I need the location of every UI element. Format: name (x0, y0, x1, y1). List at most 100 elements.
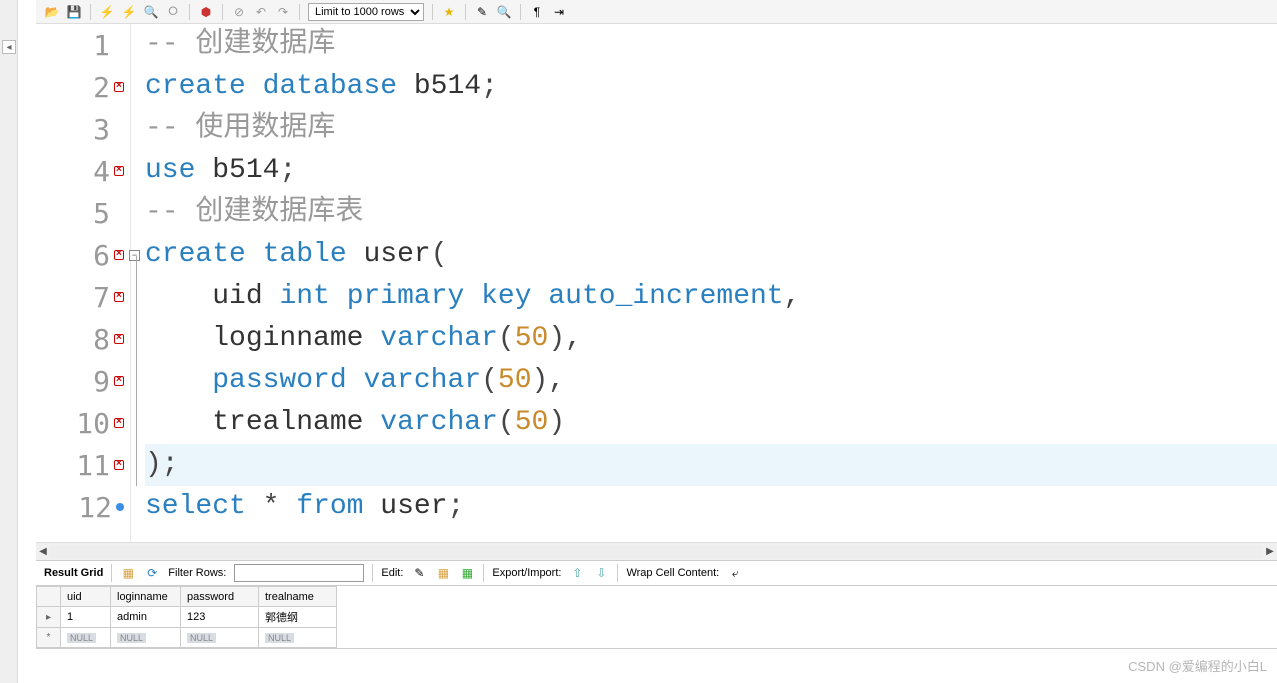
line-number: 10 (76, 407, 110, 440)
import-icon[interactable]: ⇩ (593, 565, 609, 581)
code-line[interactable]: use b514; (145, 150, 1277, 192)
error-marker-icon[interactable] (114, 250, 124, 260)
line-gutter[interactable]: 8 (36, 318, 130, 360)
column-header[interactable]: loginname (111, 587, 181, 607)
sql-editor[interactable]: 123456−789101112 -- 创建数据库create database… (36, 24, 1277, 542)
favorite-icon[interactable]: ★ (441, 4, 457, 20)
error-marker-icon[interactable] (114, 460, 124, 470)
column-header[interactable]: trealname (259, 587, 337, 607)
filter-rows-input[interactable] (234, 564, 364, 582)
scroll-right-icon[interactable]: ▶ (1263, 545, 1277, 559)
open-file-icon[interactable]: 📂 (44, 4, 60, 20)
null-badge: NULL (265, 633, 294, 643)
error-marker-icon[interactable] (114, 376, 124, 386)
edit-row-icon[interactable]: ✎ (411, 565, 427, 581)
toolbar-separator (90, 4, 91, 20)
rollback-icon[interactable]: ↶ (253, 4, 269, 20)
line-gutter[interactable]: 11 (36, 444, 130, 486)
transaction-icon[interactable]: ↷ (275, 4, 291, 20)
refresh-icon[interactable]: ⟳ (144, 565, 160, 581)
grid-view-icon[interactable]: ▦ (120, 565, 136, 581)
add-row-icon[interactable]: ▦ (435, 565, 451, 581)
result-grid[interactable]: uidloginnamepasswordtrealname▸1admin123郭… (36, 586, 1277, 649)
autocommit-icon[interactable]: ⊘ (231, 4, 247, 20)
code-line[interactable]: -- 使用数据库 (145, 108, 1277, 150)
cell[interactable]: NULL (111, 628, 181, 648)
code-line[interactable]: trealname varchar(50) (145, 402, 1277, 444)
editor-hscrollbar[interactable]: ◀ ▶ (36, 542, 1277, 560)
line-gutter[interactable]: 7 (36, 276, 130, 318)
wrap-icon[interactable]: ⇥ (551, 4, 567, 20)
error-marker-icon[interactable] (114, 334, 124, 344)
line-gutter[interactable]: 4 (36, 150, 130, 192)
line-gutter[interactable]: 9 (36, 360, 130, 402)
cell[interactable]: NULL (259, 628, 337, 648)
wrap-cell-icon[interactable]: ⤶ (727, 565, 743, 581)
row-selector[interactable]: * (37, 628, 61, 648)
code-line[interactable]: loginname varchar(50), (145, 318, 1277, 360)
execute-step-icon[interactable]: ⚡ (121, 4, 137, 20)
error-marker-icon[interactable] (114, 418, 124, 428)
line-gutter[interactable]: 5 (36, 192, 130, 234)
cell[interactable]: admin (111, 607, 181, 628)
cell[interactable]: 123 (181, 607, 259, 628)
cell[interactable]: 1 (61, 607, 111, 628)
null-badge: NULL (117, 633, 146, 643)
line-gutter[interactable]: 6− (36, 234, 130, 276)
error-marker-icon[interactable] (114, 166, 124, 176)
line-number: 4 (93, 155, 110, 188)
cell[interactable]: NULL (181, 628, 259, 648)
line-gutter[interactable]: 2 (36, 66, 130, 108)
scroll-left-icon[interactable]: ◀ (36, 545, 50, 559)
toolbar-separator (432, 4, 433, 20)
execute-icon[interactable]: ⚡ (99, 4, 115, 20)
editor-toolbar: 📂 💾 ⚡ ⚡ 🔍 ⭘ ⬢ ⊘ ↶ ↷ Limit to 1000 rows ★… (36, 0, 1277, 24)
find-icon[interactable]: 🔍 (496, 4, 512, 20)
row-selector[interactable]: ▸ (37, 607, 61, 628)
code-line[interactable]: ); (145, 444, 1277, 486)
code-line[interactable]: create table user( (145, 234, 1277, 276)
line-gutter[interactable]: 3 (36, 108, 130, 150)
scroll-track[interactable] (50, 545, 1263, 559)
export-import-label: Export/Import: (492, 567, 561, 579)
code-line[interactable]: create database b514; (145, 66, 1277, 108)
line-number: 1 (93, 29, 110, 62)
toolbar-separator (222, 4, 223, 20)
line-gutter[interactable]: 12 (36, 486, 130, 528)
column-header[interactable]: uid (61, 587, 111, 607)
stop-icon[interactable]: ⭘ (165, 4, 181, 20)
row-limit-select[interactable]: Limit to 1000 rows (308, 3, 424, 21)
table-row[interactable]: ▸1admin123郭德纲 (37, 607, 337, 628)
line-number: 6 (93, 239, 110, 272)
beautify-icon[interactable]: ✎ (474, 4, 490, 20)
toggle-invisible-icon[interactable]: ¶ (529, 4, 545, 20)
column-header[interactable]: password (181, 587, 259, 607)
wrap-cell-label: Wrap Cell Content: (626, 567, 719, 579)
code-line[interactable]: select * from user; (145, 486, 1277, 528)
code-line[interactable]: password varchar(50), (145, 360, 1277, 402)
line-gutter[interactable]: 10 (36, 402, 130, 444)
save-icon[interactable]: 💾 (66, 4, 82, 20)
commit-icon[interactable]: ⬢ (198, 4, 214, 20)
error-marker-icon[interactable] (114, 292, 124, 302)
toolbar-separator (465, 4, 466, 20)
export-icon[interactable]: ⇧ (569, 565, 585, 581)
code-line[interactable]: -- 创建数据库 (145, 24, 1277, 66)
null-badge: NULL (187, 633, 216, 643)
explain-icon[interactable]: 🔍 (143, 4, 159, 20)
line-gutter[interactable]: 1 (36, 24, 130, 66)
toolbar-separator (189, 4, 190, 20)
cell[interactable]: NULL (61, 628, 111, 648)
code-line[interactable]: -- 创建数据库表 (145, 192, 1277, 234)
cell[interactable]: 郭德纲 (259, 607, 337, 628)
fold-guide-line (136, 256, 137, 486)
line-number: 8 (93, 323, 110, 356)
collapse-panel-button[interactable]: ◂ (2, 40, 16, 54)
code-line[interactable]: uid int primary key auto_increment, (145, 276, 1277, 318)
table-row[interactable]: * NULL NULL NULL NULL (37, 628, 337, 648)
breakpoint-icon[interactable] (116, 503, 124, 511)
line-number: 11 (76, 449, 110, 482)
delete-row-icon[interactable]: ▦ (459, 565, 475, 581)
error-marker-icon[interactable] (114, 82, 124, 92)
null-badge: NULL (67, 633, 96, 643)
